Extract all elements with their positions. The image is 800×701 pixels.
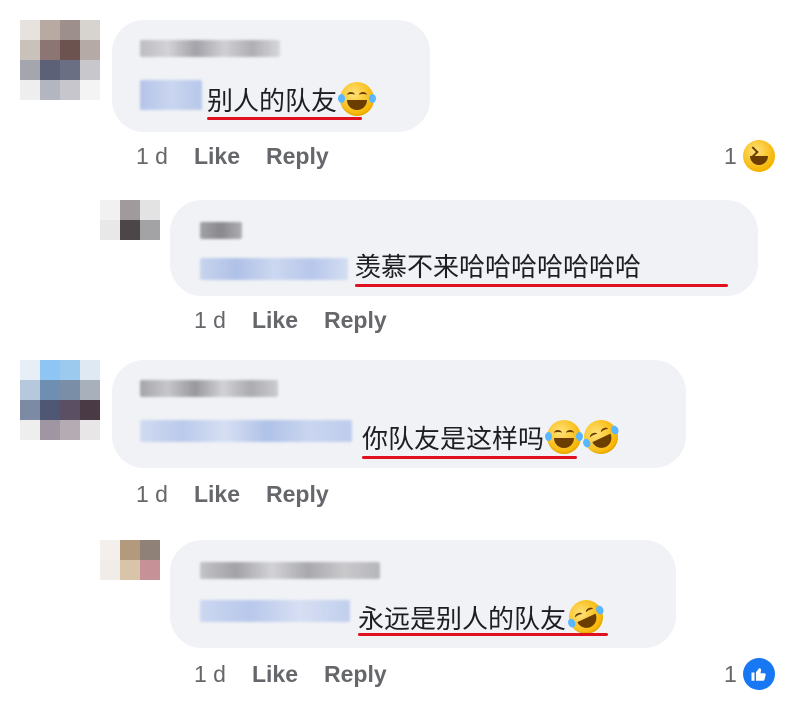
comment-actions: 1 d Like Reply [194,661,387,688]
avatar[interactable] [100,540,160,580]
author-name-redacted[interactable] [200,222,242,239]
red-underline [207,117,362,120]
mention-redacted[interactable] [200,600,350,622]
reaction-summary[interactable]: 1 [724,140,775,172]
avatar[interactable] [20,360,100,440]
reply-button[interactable]: Reply [324,307,387,334]
author-name-redacted[interactable] [140,380,278,397]
like-button[interactable]: Like [194,481,240,508]
thumbs-up-icon [751,668,766,681]
reaction-count: 1 [724,142,737,169]
red-underline [358,633,608,636]
laughing-tears-emoji-icon [338,82,377,116]
like-button[interactable]: Like [252,307,298,334]
timestamp[interactable]: 1 d [194,661,226,688]
timestamp[interactable]: 1 d [136,143,168,170]
mention-redacted[interactable] [200,258,348,280]
comment-text: 你队友是这样吗 [362,414,624,460]
mention-redacted[interactable] [140,420,352,442]
comment-actions: 1 d Like Reply [136,481,329,508]
mention-redacted[interactable] [140,80,202,110]
reaction-count: 1 [724,660,737,687]
haha-icon [742,140,775,172]
red-underline [362,456,577,459]
author-name-redacted[interactable] [200,562,380,579]
like-button[interactable]: Like [252,661,298,688]
reaction-summary[interactable]: 1 [724,658,775,690]
comment-text: 别人的队友 [207,82,377,118]
avatar[interactable] [20,20,100,100]
rolling-laughing-emoji-icon [578,414,624,460]
comment-actions: 1 d Like Reply [194,307,387,334]
comment-text: 永远是别人的队友 [358,594,609,640]
timestamp[interactable]: 1 d [194,307,226,334]
laughing-tears-emoji-icon [545,420,584,454]
reply-button[interactable]: Reply [324,661,387,688]
reply-button[interactable]: Reply [266,143,329,170]
like-icon [742,658,775,690]
comment-text: 羡慕不来哈哈哈哈哈哈哈 [355,253,642,283]
like-button[interactable]: Like [194,143,240,170]
reply-button[interactable]: Reply [266,481,329,508]
red-underline [355,284,728,287]
timestamp[interactable]: 1 d [136,481,168,508]
comment-actions: 1 d Like Reply [136,143,329,170]
author-name-redacted[interactable] [140,40,280,57]
avatar[interactable] [100,200,160,240]
